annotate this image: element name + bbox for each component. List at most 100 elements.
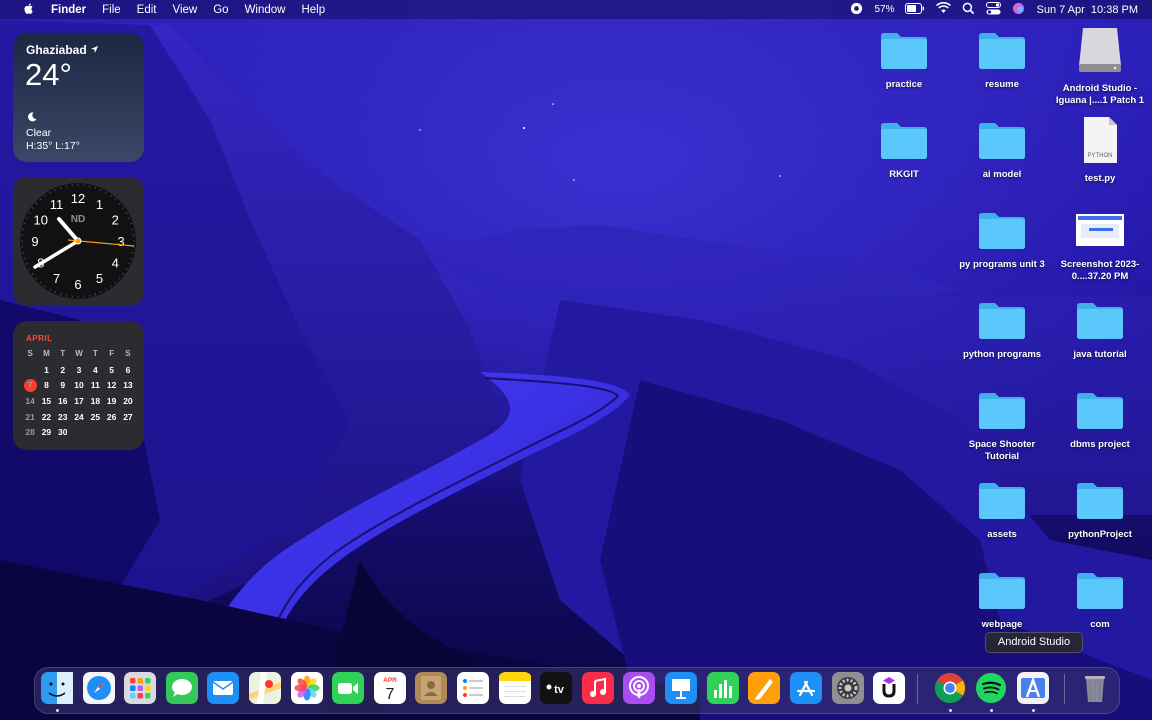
menu-help[interactable]: Help — [293, 4, 333, 16]
record-icon[interactable] — [850, 2, 863, 18]
dock-messages-icon[interactable] — [166, 672, 198, 704]
calendar-day: 8 — [44, 380, 49, 391]
desktop-icon-android-studio-iguana-1-patch-1[interactable]: Android Studio - Iguana |....1 Patch 1 — [1052, 26, 1148, 107]
dock-reminders-icon[interactable] — [457, 672, 489, 704]
desktop-icon-webpage[interactable]: webpage — [954, 570, 1050, 631]
menu-view[interactable]: View — [165, 4, 206, 16]
dock-app-store-icon[interactable] — [790, 672, 822, 704]
menu-window[interactable]: Window — [237, 4, 294, 16]
desktop-icon-rkgit[interactable]: RKGIT — [856, 120, 952, 181]
desktop-icon-label: assets — [987, 529, 1017, 540]
dock-system-settings-icon[interactable] — [832, 672, 864, 704]
calendar-day: 24 — [74, 411, 84, 422]
weather-temperature: 24° — [25, 57, 72, 92]
folder-icon — [881, 123, 927, 159]
calendar-weekday: F — [109, 349, 115, 359]
clock-numeral: 9 — [31, 234, 38, 249]
moon-icon — [26, 111, 38, 126]
dock-calendar-icon[interactable]: APR 7 — [374, 672, 406, 704]
dock-numbers-icon[interactable] — [707, 672, 739, 704]
apple-icon[interactable] — [14, 2, 43, 18]
calendar-day: 12 — [106, 380, 117, 391]
screenshot-icon — [1076, 214, 1124, 246]
dock-music-icon[interactable] — [582, 672, 614, 704]
dock-apple-tv-icon[interactable]: tv — [540, 672, 572, 704]
desktop-icon-pythonproject[interactable]: pythonProject — [1052, 480, 1148, 541]
calendar-day: 25 — [90, 411, 101, 422]
menu-file[interactable]: File — [94, 4, 129, 16]
folder-icon — [979, 393, 1025, 429]
dock-tooltip: Android Studio — [985, 632, 1083, 653]
calendar-day: 23 — [58, 411, 68, 422]
desktop-icon-label: Space Shooter Tutorial — [968, 439, 1036, 462]
dock-udemy-icon[interactable] — [873, 672, 905, 704]
desktop-icon-python-programs[interactable]: python programs — [954, 300, 1050, 361]
dock-chrome-icon[interactable] — [934, 672, 966, 704]
calendar-weekday: T — [92, 349, 98, 359]
desktop-icon-assets[interactable]: assets — [954, 480, 1050, 541]
dock-separator — [917, 674, 918, 704]
calendar-day: 3 — [76, 364, 82, 375]
dock-trash-icon[interactable] — [1079, 672, 1111, 704]
menu-go[interactable]: Go — [205, 4, 236, 16]
desktop-icon-practice[interactable]: practice — [856, 30, 952, 91]
analog-clock: ND 121234567891011 — [20, 183, 136, 299]
dock-notes-icon[interactable] — [499, 672, 531, 704]
clock-label: ND — [71, 214, 85, 225]
desktop-icon-label: test.py — [1084, 173, 1116, 184]
menu-bar: Finder File Edit View Go Window Help 57%… — [0, 0, 1152, 19]
desktop-icon-label: resume — [985, 79, 1019, 90]
battery-icon[interactable] — [905, 2, 925, 17]
dock-finder-icon[interactable] — [41, 672, 73, 704]
wifi-icon[interactable] — [936, 2, 952, 17]
desktop-icon-py-programs-unit-3[interactable]: py programs unit 3 — [954, 210, 1050, 271]
svg-text:tv: tv — [554, 684, 565, 696]
dock-podcasts-icon[interactable] — [623, 672, 655, 704]
desktop-icon-java-tutorial[interactable]: java tutorial — [1052, 300, 1148, 361]
clock-numeral: 5 — [96, 271, 103, 286]
desktop-icon-space-shooter-tutorial[interactable]: Space Shooter Tutorial — [954, 390, 1050, 463]
dock-android-studio-icon[interactable] — [1017, 672, 1049, 704]
dock-safari-icon[interactable] — [83, 672, 115, 704]
folder-icon — [979, 33, 1025, 69]
location-arrow-icon — [90, 45, 99, 54]
spotlight-search-icon[interactable] — [962, 2, 975, 18]
clock-numeral: 1 — [96, 197, 103, 212]
svg-text:APR: APR — [383, 677, 397, 684]
dock-keynote-icon[interactable] — [665, 672, 697, 704]
folder-icon — [979, 573, 1025, 609]
menu-datetime[interactable]: Sun 7 Apr 10:38 PM — [1036, 4, 1138, 16]
desktop-icon-dbms-project[interactable]: dbms project — [1052, 390, 1148, 451]
desktop-icon-screenshot-2023-0-37-20-pm[interactable]: Screenshot 2023-0....37.20 PM — [1052, 210, 1148, 283]
calendar-day: 27 — [123, 411, 133, 422]
calendar-day — [120, 424, 136, 440]
weather-widget[interactable]: Ghaziabad 24° Clear H:35° L:17° — [13, 33, 144, 162]
dock-mail-icon[interactable] — [207, 672, 239, 704]
siri-icon[interactable] — [1012, 2, 1025, 18]
dock-contacts-icon[interactable] — [415, 672, 447, 704]
dock-photos-icon[interactable] — [291, 672, 323, 704]
svg-text:PYTHON: PYTHON — [1087, 153, 1112, 159]
menu-app-name[interactable]: Finder — [43, 4, 94, 16]
clock-widget[interactable]: ND 121234567891011 — [13, 177, 144, 306]
control-center-icon[interactable] — [986, 1, 1002, 18]
menu-edit[interactable]: Edit — [129, 4, 165, 16]
desktop-icon-label: webpage — [981, 619, 1023, 630]
calendar-grid: S M T W T F S 1 2 3 4 5 6 7 8 9 10 11 12 13 14 15 16 17 18 19 20 21… — [22, 346, 136, 440]
folder-icon — [1077, 303, 1123, 339]
desktop-icon-resume[interactable]: resume — [954, 30, 1050, 91]
calendar-day — [71, 424, 87, 440]
desktop-icon-test-py[interactable]: PYTHON test.py — [1052, 116, 1148, 185]
desktop-icon-com[interactable]: com — [1052, 570, 1148, 631]
dock-launchpad-icon[interactable] — [124, 672, 156, 704]
dock-facetime-icon[interactable] — [332, 672, 364, 704]
calendar-widget[interactable]: APRIL S M T W T F S 1 2 3 4 5 6 7 8 9 10 11 12 13 14 15 16 17 18… — [13, 321, 144, 450]
dock-spotify-icon[interactable] — [975, 672, 1007, 704]
calendar-day — [22, 362, 38, 378]
dock-maps-icon[interactable] — [249, 672, 281, 704]
calendar-day: 29 — [41, 427, 52, 438]
desktop-icon-ai-model[interactable]: ai model — [954, 120, 1050, 181]
dock-pages-icon[interactable] — [748, 672, 780, 704]
calendar-day: 4 — [92, 364, 98, 375]
calendar-weekday: T — [60, 349, 66, 359]
